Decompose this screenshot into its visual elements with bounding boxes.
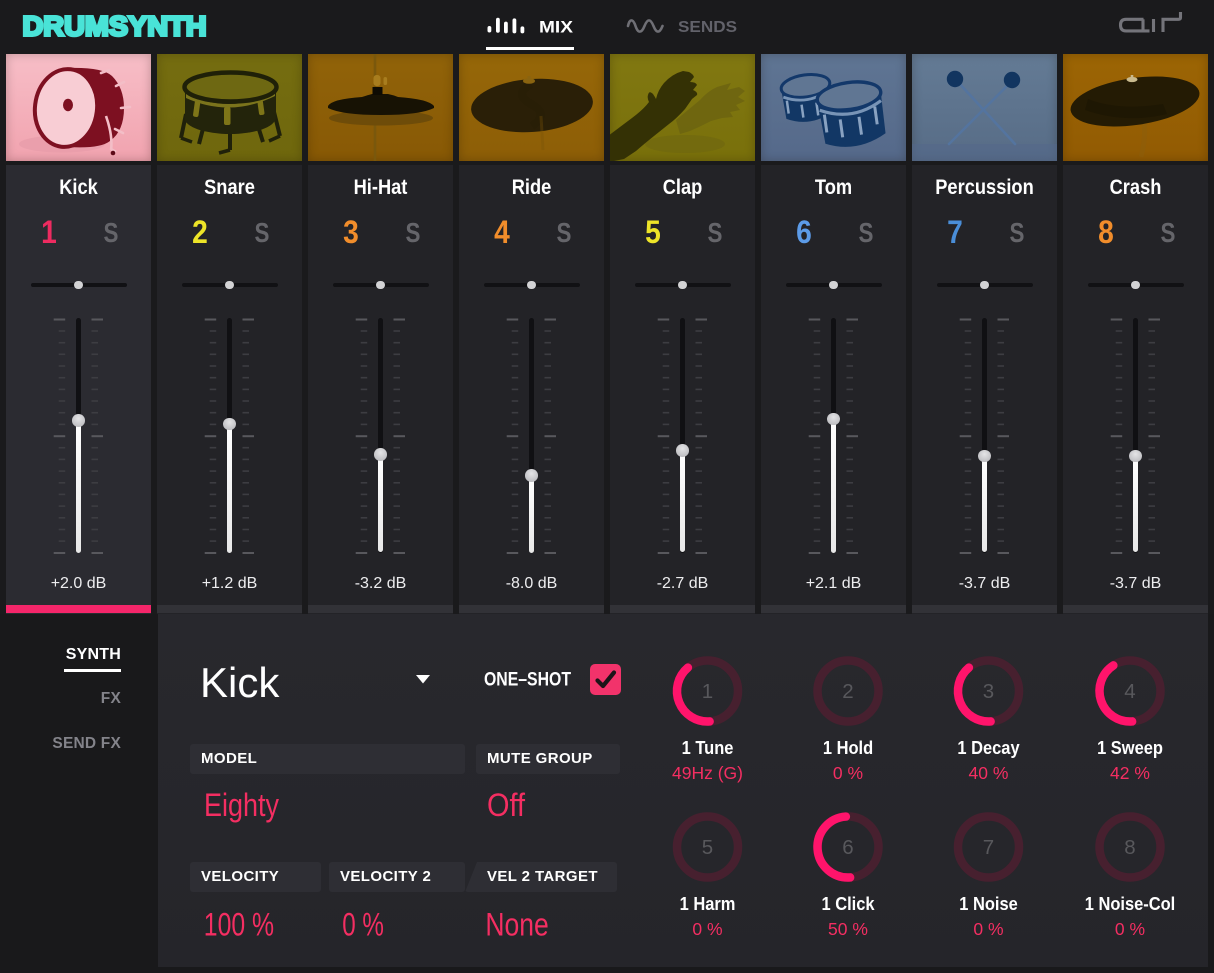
svg-text:Eighty: Eighty [204,787,279,823]
svg-text:0 %: 0 % [1115,919,1145,939]
svg-text:None: None [485,906,548,942]
svg-text:40 %: 40 % [969,763,1009,783]
svg-text:42 %: 42 % [1110,763,1150,783]
svg-text:0 %: 0 % [342,906,384,942]
svg-text:1 Decay: 1 Decay [957,737,1019,758]
svg-text:1 Noise-Col: 1 Noise-Col [1085,893,1176,914]
svg-text:0 %: 0 % [973,919,1003,939]
svg-text:3: 3 [983,680,994,703]
svg-text:1: 1 [702,680,713,703]
svg-text:0 %: 0 % [833,763,863,783]
svg-text:8: 8 [1124,836,1135,859]
svg-text:4: 4 [1124,680,1135,703]
svg-text:DRUMSYNTH: DRUMSYNTH [23,11,207,42]
svg-text:50 %: 50 % [828,919,868,939]
svg-text:ONE–SHOT: ONE–SHOT [484,670,571,691]
svg-text:MIX: MIX [539,18,574,37]
svg-text:7: 7 [983,836,994,859]
svg-text:5: 5 [702,836,713,859]
svg-text:SENDS: SENDS [678,19,737,36]
svg-text:Off: Off [487,787,525,823]
svg-text:1 Click: 1 Click [821,893,874,914]
svg-text:1 Harm: 1 Harm [680,893,736,914]
svg-text:49Hz (G): 49Hz (G) [672,763,743,783]
svg-text:Kick: Kick [200,659,280,706]
svg-text:6: 6 [842,836,853,859]
svg-text:1 Noise: 1 Noise [959,893,1018,914]
svg-text:0 %: 0 % [692,919,722,939]
svg-text:1 Sweep: 1 Sweep [1097,737,1163,758]
svg-text:2: 2 [842,680,853,703]
svg-text:100 %: 100 % [204,906,274,942]
svg-text:1 Tune: 1 Tune [682,737,734,758]
svg-text:1 Hold: 1 Hold [823,737,873,758]
